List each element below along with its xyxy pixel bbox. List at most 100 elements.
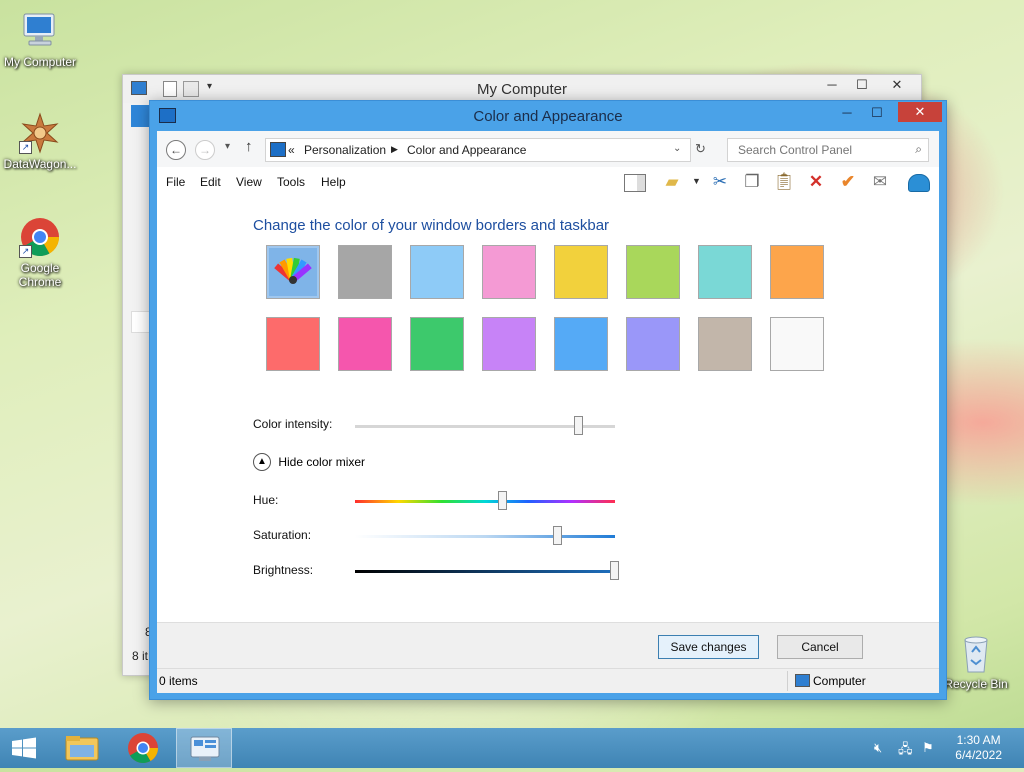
search-input[interactable]: [736, 142, 910, 158]
color-swatch[interactable]: [554, 317, 608, 371]
hue-label: Hue:: [253, 493, 279, 507]
main-content: Change the color of your window borders …: [157, 197, 939, 622]
recent-locations-chevron-icon[interactable]: ▾: [225, 141, 230, 152]
color-swatch[interactable]: [698, 317, 752, 371]
minimize-button[interactable]: ─: [817, 75, 847, 95]
desktop-icon-my-computer[interactable]: My Computer: [0, 10, 80, 69]
menu-file[interactable]: File: [166, 175, 185, 189]
color-swatch[interactable]: [482, 245, 536, 299]
forward-button[interactable]: →: [195, 140, 215, 160]
title-bar[interactable]: Color and Appearance ─ ☐ ✕: [150, 101, 946, 131]
recycle-bin-icon: [955, 632, 997, 674]
color-swatch[interactable]: [698, 245, 752, 299]
breadcrumb-color-and-appearance[interactable]: Color and Appearance: [407, 143, 526, 157]
cancel-button[interactable]: Cancel: [777, 635, 863, 659]
menu-tools[interactable]: Tools: [277, 175, 305, 189]
saturation-thumb[interactable]: [552, 526, 562, 545]
taskbar-control-panel[interactable]: [176, 728, 232, 768]
delete-icon[interactable]: ✕: [804, 171, 828, 193]
menu-help[interactable]: Help: [321, 175, 346, 189]
taskbar: 🔇︎ 🖧 ⚑ 1:30 AM 6/4/2022: [0, 728, 1024, 768]
hue-thumb[interactable]: [498, 491, 508, 510]
windows-logo-icon: [12, 737, 36, 759]
color-swatch[interactable]: [410, 245, 464, 299]
properties-check-icon[interactable]: ✔: [836, 171, 860, 193]
window-body: ← → ▾ ↑ « Personalization ▶ Color and Ap…: [157, 131, 939, 693]
status-bar: 0 items Computer: [157, 668, 939, 693]
search-icon[interactable]: ⌕: [915, 142, 922, 157]
start-button[interactable]: [0, 728, 48, 768]
maximize-button[interactable]: ☐: [862, 103, 892, 123]
saturation-track[interactable]: [355, 535, 615, 538]
chevron-down-icon[interactable]: ⌄: [673, 143, 681, 154]
hue-track[interactable]: [355, 500, 615, 503]
desktop-icon-label: DataWagon...: [3, 157, 77, 171]
color-swatch[interactable]: [338, 245, 392, 299]
close-button[interactable]: ✕: [898, 102, 942, 122]
color-swatch-automatic[interactable]: [266, 245, 320, 299]
email-icon[interactable]: ✉: [868, 171, 892, 193]
menu-edit[interactable]: Edit: [200, 175, 221, 189]
network-icon[interactable]: 🖧: [898, 740, 913, 762]
title-bar[interactable]: ▾ My Computer ─ ☐ ✕: [123, 75, 921, 103]
color-swatch[interactable]: [266, 317, 320, 371]
refresh-icon[interactable]: ↻: [695, 141, 706, 157]
minimize-button[interactable]: ─: [832, 103, 862, 123]
clock-time: 1:30 AM: [956, 733, 1001, 747]
taskbar-file-explorer[interactable]: [54, 728, 110, 768]
color-swatch[interactable]: [626, 245, 680, 299]
desktop-icon-google-chrome[interactable]: ↗ Google Chrome: [0, 216, 80, 289]
paste-icon[interactable]: 📋︎: [772, 171, 796, 193]
brightness-label: Brightness:: [253, 563, 314, 577]
color-and-appearance-window[interactable]: Color and Appearance ─ ☐ ✕ ← → ▾ ↑ « Per…: [149, 100, 947, 700]
menu-bar: File Edit View Tools Help ▰ ▼ ✂ ❐ 📋︎ ✕ ✔…: [157, 167, 939, 198]
color-swatch[interactable]: [626, 317, 680, 371]
chevron-down-icon[interactable]: ▼: [692, 176, 701, 186]
brightness-track[interactable]: [355, 570, 615, 573]
color-intensity-thumb[interactable]: [573, 416, 583, 435]
hide-color-mixer-toggle[interactable]: ▲ Hide color mixer: [253, 453, 365, 471]
color-swatch[interactable]: [770, 245, 824, 299]
desktop-icon-recycle-bin[interactable]: Recycle Bin: [936, 632, 1016, 691]
save-changes-button[interactable]: Save changes: [658, 635, 759, 659]
navigation-pane-edge: [131, 311, 151, 333]
breadcrumb-overflow[interactable]: «: [288, 143, 295, 157]
cut-icon[interactable]: ✂: [708, 171, 732, 193]
page-heading: Change the color of your window borders …: [253, 217, 610, 234]
system-clock[interactable]: 1:30 AM 6/4/2022: [955, 733, 1002, 763]
search-box[interactable]: ⌕: [727, 138, 929, 162]
computer-icon: [795, 674, 810, 687]
desktop-icon-datawagon[interactable]: ↗ DataWagon...: [0, 112, 80, 171]
action-center-flag-icon[interactable]: ⚑: [922, 740, 934, 756]
taskbar-google-chrome[interactable]: [115, 728, 171, 768]
color-swatch[interactable]: [482, 317, 536, 371]
breadcrumb-personalization[interactable]: Personalization: [304, 143, 386, 157]
status-item-count: 0 items: [159, 674, 198, 688]
volume-muted-icon[interactable]: 🔇︎: [874, 740, 882, 756]
copy-icon[interactable]: ❐: [740, 171, 764, 193]
folder-options-icon[interactable]: ▰: [660, 171, 684, 193]
color-swatch[interactable]: [338, 317, 392, 371]
color-swatch[interactable]: [410, 317, 464, 371]
preview-pane-icon[interactable]: [623, 171, 647, 193]
menu-view[interactable]: View: [236, 175, 262, 189]
clock-date: 6/4/2022: [955, 748, 1002, 762]
shortcut-arrow-icon: ↗: [19, 141, 32, 154]
status-divider: [787, 671, 788, 691]
address-bar[interactable]: « Personalization ▶ Color and Appearance…: [265, 138, 691, 162]
desktop-icon-label: Recycle Bin: [944, 677, 1008, 691]
saturation-label: Saturation:: [253, 528, 312, 542]
close-button[interactable]: ✕: [879, 75, 915, 95]
shell-icon[interactable]: [907, 171, 931, 193]
up-arrow-icon[interactable]: ↑: [245, 138, 253, 155]
back-button[interactable]: ←: [166, 140, 186, 160]
color-intensity-label: Color intensity:: [253, 417, 333, 431]
color-swatch[interactable]: [770, 317, 824, 371]
color-swatch[interactable]: [554, 245, 608, 299]
computer-icon: [19, 10, 61, 52]
status-location: Computer: [813, 674, 866, 688]
maximize-button[interactable]: ☐: [847, 75, 877, 95]
chevron-up-icon: ▲: [253, 453, 271, 471]
brightness-thumb[interactable]: [610, 561, 619, 580]
chrome-icon: ↗: [19, 216, 61, 258]
